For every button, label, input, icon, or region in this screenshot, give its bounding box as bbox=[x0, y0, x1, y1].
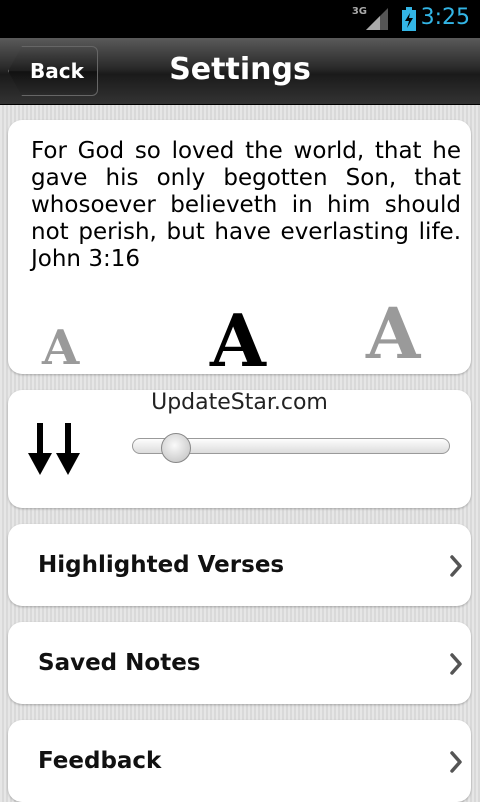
font-size-medium-button[interactable]: A bbox=[210, 298, 266, 383]
verse-preview-text: For God so loved the world, that he gave… bbox=[31, 138, 461, 272]
chevron-right-icon bbox=[450, 751, 462, 773]
slider-thumb[interactable] bbox=[160, 433, 191, 463]
network-type: 3G bbox=[351, 6, 367, 17]
status-bar: 3G 3:25 bbox=[0, 0, 480, 38]
chevron-right-icon bbox=[450, 653, 462, 675]
menu-item-highlighted-verses[interactable]: Highlighted Verses bbox=[8, 524, 471, 606]
signal-icon bbox=[366, 8, 388, 30]
double-down-arrow-icon bbox=[28, 423, 80, 475]
chevron-right-icon bbox=[450, 555, 462, 577]
menu-item-feedback[interactable]: Feedback bbox=[8, 720, 471, 802]
menu-item-saved-notes[interactable]: Saved Notes bbox=[8, 622, 471, 704]
clock: 3:25 bbox=[420, 5, 470, 30]
font-size-small-button[interactable]: A bbox=[42, 320, 79, 376]
menu-item-label: Highlighted Verses bbox=[38, 552, 285, 578]
font-size-large-button[interactable]: A bbox=[366, 292, 420, 375]
battery-charging-icon bbox=[402, 7, 416, 31]
menu-item-label: Saved Notes bbox=[38, 650, 201, 676]
menu-item-label: Feedback bbox=[38, 748, 162, 774]
title-bar: Back Settings bbox=[0, 38, 480, 105]
scroll-speed-card: UpdateStar.com bbox=[8, 390, 471, 508]
page-title: Settings bbox=[169, 52, 311, 87]
font-preview-card: For God so loved the world, that he gave… bbox=[8, 120, 471, 383]
watermark: UpdateStar.com bbox=[151, 390, 328, 415]
